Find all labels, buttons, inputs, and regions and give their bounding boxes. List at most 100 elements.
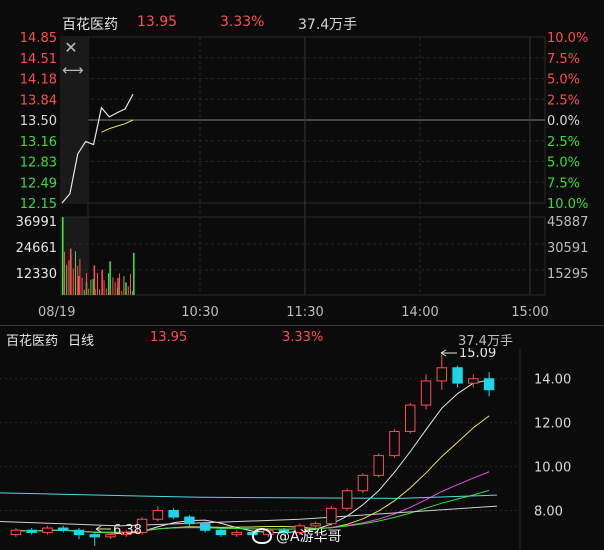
volume-tick-right: 15295 [547, 267, 588, 282]
volume-tick-left: 36991 [16, 215, 57, 230]
panel-divider [0, 325, 604, 326]
candle-body [215, 529, 227, 536]
volume-bar [75, 251, 76, 295]
daily-y-tick: 10.00 [534, 461, 571, 476]
candle-body [373, 455, 384, 476]
volume-bar [116, 287, 118, 295]
candle-body [468, 378, 479, 384]
price-tick-label: 12.49 [20, 176, 57, 191]
close-icon[interactable]: ✕ [64, 40, 78, 56]
volume-tick-right: 45887 [547, 215, 588, 230]
volume-bar [92, 278, 94, 295]
price-tick-label: 14.51 [20, 52, 57, 67]
weibo-logo-icon [252, 528, 272, 544]
candle-body [231, 531, 242, 536]
average-price-line [101, 119, 134, 133]
volume-bar [123, 276, 125, 295]
candle-body [357, 474, 369, 492]
volume-tick-left: 12330 [16, 267, 57, 282]
volume-bar [86, 273, 87, 295]
daily-header: 百花医药 日线 13.95 3.33% 37.4万手 [0, 328, 604, 349]
candle-body [483, 378, 495, 391]
daily-y-tick: 14.00 [534, 373, 571, 388]
high-price-label: 15.09 [459, 348, 496, 361]
price-tick-label: 13.84 [20, 93, 57, 108]
candle-body [405, 404, 416, 432]
volume-bar [62, 217, 64, 295]
volume-bar [66, 264, 68, 295]
candle-body [199, 523, 211, 531]
candle-body [389, 430, 400, 457]
volume-bar [125, 282, 127, 295]
volume-bar [101, 278, 103, 295]
candle-body [168, 509, 179, 518]
volume-bar [64, 251, 65, 295]
daily-stock-name[interactable]: 百花医药 [6, 330, 58, 349]
pct-tick-label: 5.0% [547, 73, 580, 88]
candle-body [42, 527, 53, 533]
time-tick-label: 11:30 [286, 305, 323, 320]
candle-body [89, 534, 100, 538]
price-tick-label: 12.83 [20, 156, 57, 171]
pct-tick-label: 2.5% [547, 135, 580, 150]
volume-bar [77, 265, 79, 295]
volume-bar [121, 290, 123, 295]
time-tick-label: 10:30 [181, 305, 218, 320]
daily-volume: 37.4万手 [458, 334, 513, 349]
price-tick-label: 12.15 [20, 197, 57, 212]
expand-icon[interactable]: ⟷ [62, 62, 84, 78]
daily-pct: 3.33% [282, 330, 324, 345]
candle-body [341, 490, 353, 509]
volume-bar [83, 289, 85, 295]
volume-bar [109, 261, 111, 295]
low-price-label: 6.38 [113, 523, 142, 538]
pct-tick-label: 7.5% [547, 52, 580, 67]
price-tick-label: 13.16 [20, 135, 57, 150]
candle-body [10, 529, 22, 536]
daily-price: 13.95 [150, 330, 188, 345]
candle-body [26, 529, 37, 533]
volume-bar [133, 252, 135, 295]
volume-bar [97, 273, 98, 295]
candle-body [326, 507, 337, 525]
daily-y-tick: 8.00 [534, 504, 563, 519]
volume-bar [99, 289, 101, 295]
daily-period[interactable]: 日线 [68, 330, 94, 349]
volume-bar [112, 277, 114, 295]
candle-body [436, 367, 448, 382]
candle-body [73, 529, 85, 536]
watermark: @A游华哥 [252, 526, 342, 546]
volume-bar [81, 277, 83, 295]
volume-tick-left: 24661 [16, 241, 57, 256]
daily-y-tick: 12.00 [534, 417, 571, 432]
time-tick-label: 14:00 [401, 305, 438, 320]
volume-bar [114, 281, 116, 295]
volume-bar [68, 260, 70, 295]
pct-tick-label: 7.5% [547, 176, 580, 191]
volume-bar [130, 274, 131, 295]
daily-kline-chart[interactable]: 14.00 12.00 10.00 8.00 15.09 6.38 [0, 348, 604, 550]
volume-bar [72, 268, 74, 295]
volume-bar [94, 289, 96, 295]
price-tick-label: 14.85 [20, 31, 57, 46]
volume-bar [119, 273, 120, 295]
pct-tick-label: 5.0% [547, 156, 580, 171]
time-tick-label: 08/19 [38, 305, 75, 320]
intraday-chart[interactable]: 14.85 14.51 14.18 13.84 13.50 13.16 12.83 12.49… [0, 0, 604, 330]
volume-bar [132, 290, 134, 295]
volume-bar [103, 280, 105, 295]
candle-body [420, 380, 432, 406]
candle-body [152, 509, 164, 520]
price-tick-label: 13.50 [20, 114, 57, 129]
pct-tick-label: 2.5% [547, 93, 580, 108]
volume-bar [79, 259, 81, 295]
pct-tick-label: 0.0% [547, 114, 580, 129]
pct-tick-label: 10.0% [547, 31, 588, 46]
volume-bar [127, 286, 129, 295]
volume-bar [90, 279, 92, 295]
candle-body [184, 516, 195, 525]
volume-bar [70, 254, 72, 295]
volume-bar [88, 288, 90, 295]
candle-body [57, 527, 69, 531]
volume-bar [105, 288, 107, 295]
